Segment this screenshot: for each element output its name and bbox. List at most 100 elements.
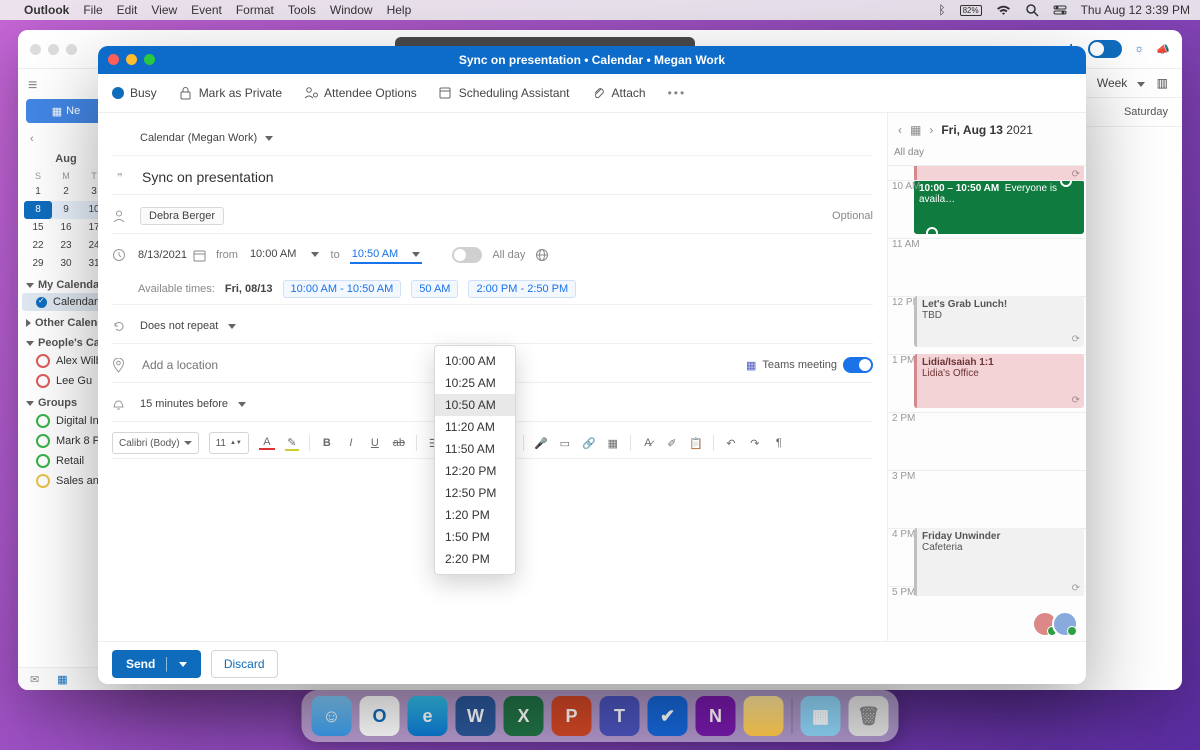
event-window-controls[interactable] <box>108 54 155 65</box>
time-option[interactable]: 12:50 PM <box>435 482 515 504</box>
schedule-grid[interactable]: ⟳ 10:00 – 10:50 AM Everyone is availa… 1… <box>888 166 1086 641</box>
available-slot[interactable]: 50 AM <box>411 280 458 298</box>
timezone-icon[interactable] <box>535 248 549 262</box>
dock-app[interactable]: ✔ <box>648 696 688 736</box>
end-time-dropdown[interactable]: 10:00 AM10:25 AM10:50 AM11:20 AM11:50 AM… <box>434 345 516 575</box>
underline-button[interactable]: U <box>368 437 382 449</box>
time-option[interactable]: 2:50 PM <box>435 570 515 575</box>
recurrence-picker[interactable]: Does not repeat <box>140 320 236 332</box>
highlight-button[interactable]: ✎ <box>285 436 299 451</box>
dock-app[interactable]: e <box>408 696 448 736</box>
dock-app[interactable]: X <box>504 696 544 736</box>
menu-view[interactable]: View <box>151 3 177 17</box>
bold-button[interactable]: B <box>320 437 334 449</box>
time-option[interactable]: 11:20 AM <box>435 416 515 438</box>
sched-next-icon[interactable]: › <box>929 123 933 137</box>
attendee-chip[interactable]: Debra Berger <box>140 207 224 225</box>
menu-window[interactable]: Window <box>330 3 373 17</box>
time-option[interactable]: 11:50 AM <box>435 438 515 460</box>
time-option[interactable]: 2:20 PM <box>435 548 515 570</box>
bluetooth-icon[interactable]: ᛒ <box>938 3 945 17</box>
menu-format[interactable]: Format <box>236 3 274 17</box>
available-slot[interactable]: 2:00 PM - 2:50 PM <box>468 280 576 298</box>
dock-app[interactable]: W <box>456 696 496 736</box>
wifi-icon[interactable] <box>996 5 1011 16</box>
end-time-picker[interactable]: 10:50 AM <box>350 246 423 264</box>
menu-help[interactable]: Help <box>387 3 412 17</box>
event-date-picker[interactable]: 8/13/2021 <box>138 249 206 262</box>
undo-button[interactable]: ↶ <box>724 437 738 450</box>
time-option[interactable]: 12:20 PM <box>435 460 515 482</box>
schedule-event[interactable]: Let's Grab Lunch!TBD⟳ <box>914 296 1084 347</box>
control-center-icon[interactable] <box>1053 4 1067 16</box>
dock-app[interactable] <box>744 696 784 736</box>
menu-edit[interactable]: Edit <box>117 3 138 17</box>
panel-toggle-icon[interactable]: ▥ <box>1157 76 1168 90</box>
format-painter-button[interactable]: ✐ <box>665 437 679 450</box>
outlook-megaphone-icon[interactable]: 📣 <box>1156 43 1170 56</box>
battery-icon[interactable]: 82% <box>960 5 982 16</box>
discard-button[interactable]: Discard <box>211 650 278 678</box>
new-event-button[interactable]: ▦ Ne <box>26 99 106 123</box>
mini-prev-icon[interactable]: ‹ <box>30 133 34 145</box>
hamburger-icon[interactable]: ≡ <box>18 73 47 98</box>
font-color-button[interactable]: A <box>259 436 275 450</box>
sched-prev-icon[interactable]: ‹ <box>898 123 902 137</box>
time-option[interactable]: 10:50 AM <box>435 394 515 416</box>
outlook-new-toggle[interactable] <box>1088 40 1122 58</box>
status-busy-button[interactable]: Busy <box>112 86 157 100</box>
redo-button[interactable]: ↷ <box>748 437 762 450</box>
calendar-icon[interactable]: ▦ <box>57 673 67 686</box>
spotlight-icon[interactable] <box>1025 3 1039 17</box>
paragraph-marks-button[interactable]: ¶ <box>772 437 786 449</box>
teams-meeting-toggle[interactable] <box>843 357 873 373</box>
view-selector[interactable]: Week <box>1097 76 1145 90</box>
menu-event[interactable]: Event <box>191 3 222 17</box>
dock-app[interactable]: T <box>600 696 640 736</box>
dock-app[interactable]: ☺ <box>312 696 352 736</box>
dock-app[interactable]: P <box>552 696 592 736</box>
menubar-datetime[interactable]: Thu Aug 12 3:39 PM <box>1081 3 1190 17</box>
more-options-button[interactable]: ••• <box>668 86 687 100</box>
table-button[interactable]: ▦ <box>606 437 620 450</box>
clear-format-button[interactable]: A̷ <box>641 437 655 449</box>
event-title-input[interactable] <box>140 168 873 186</box>
strikethrough-button[interactable]: ab <box>392 437 406 449</box>
available-slot[interactable]: 10:00 AM - 10:50 AM <box>283 280 402 298</box>
scheduling-assistant-button[interactable]: Scheduling Assistant <box>439 86 570 100</box>
image-button[interactable]: ▭ <box>558 437 572 450</box>
time-option[interactable]: 1:50 PM <box>435 526 515 548</box>
start-time-picker[interactable]: 10:00 AM <box>248 246 321 264</box>
dock-app[interactable]: N <box>696 696 736 736</box>
menu-file[interactable]: File <box>83 3 102 17</box>
mic-icon[interactable]: 🎤 <box>534 437 548 450</box>
menu-tools[interactable]: Tools <box>288 3 316 17</box>
sched-date-picker-icon[interactable]: ▦ <box>910 123 921 137</box>
all-day-toggle[interactable] <box>452 247 482 263</box>
calendar-picker[interactable]: Calendar (Megan Work) <box>140 132 273 144</box>
time-option[interactable]: 10:00 AM <box>435 350 515 372</box>
dock-app[interactable]: ▦ <box>801 696 841 736</box>
calendar-item-calendar[interactable]: Calendar <box>22 293 110 311</box>
time-option[interactable]: 10:25 AM <box>435 372 515 394</box>
outlook-sun-icon[interactable]: ☼ <box>1134 43 1144 55</box>
dock-app[interactable]: 🗑 <box>849 696 889 736</box>
dock-app[interactable]: O <box>360 696 400 736</box>
window-controls[interactable] <box>30 44 77 55</box>
menubar-app-name[interactable]: Outlook <box>24 3 69 17</box>
mail-icon[interactable]: ✉ <box>30 673 39 686</box>
italic-button[interactable]: I <box>344 437 358 449</box>
mark-private-button[interactable]: Mark as Private <box>179 86 282 100</box>
link-button[interactable]: 🔗 <box>582 437 596 450</box>
attendee-options-button[interactable]: Attendee Options <box>304 86 417 100</box>
reminder-picker[interactable]: 15 minutes before <box>140 398 246 410</box>
optional-attendees-button[interactable]: Optional <box>832 210 873 222</box>
schedule-event[interactable]: Lidia/Isaiah 1:1Lidia's Office⟳ <box>914 354 1084 408</box>
schedule-event[interactable]: Friday UnwinderCafeteria⟳ <box>914 528 1084 596</box>
send-button[interactable]: Send│ <box>112 650 201 678</box>
font-size-picker[interactable]: 11 ▲▼ <box>209 432 249 454</box>
time-option[interactable]: 1:20 PM <box>435 504 515 526</box>
attach-button[interactable]: Attach <box>592 86 646 100</box>
font-family-picker[interactable]: Calibri (Body) <box>112 432 199 454</box>
paste-button[interactable]: 📋 <box>689 437 703 450</box>
